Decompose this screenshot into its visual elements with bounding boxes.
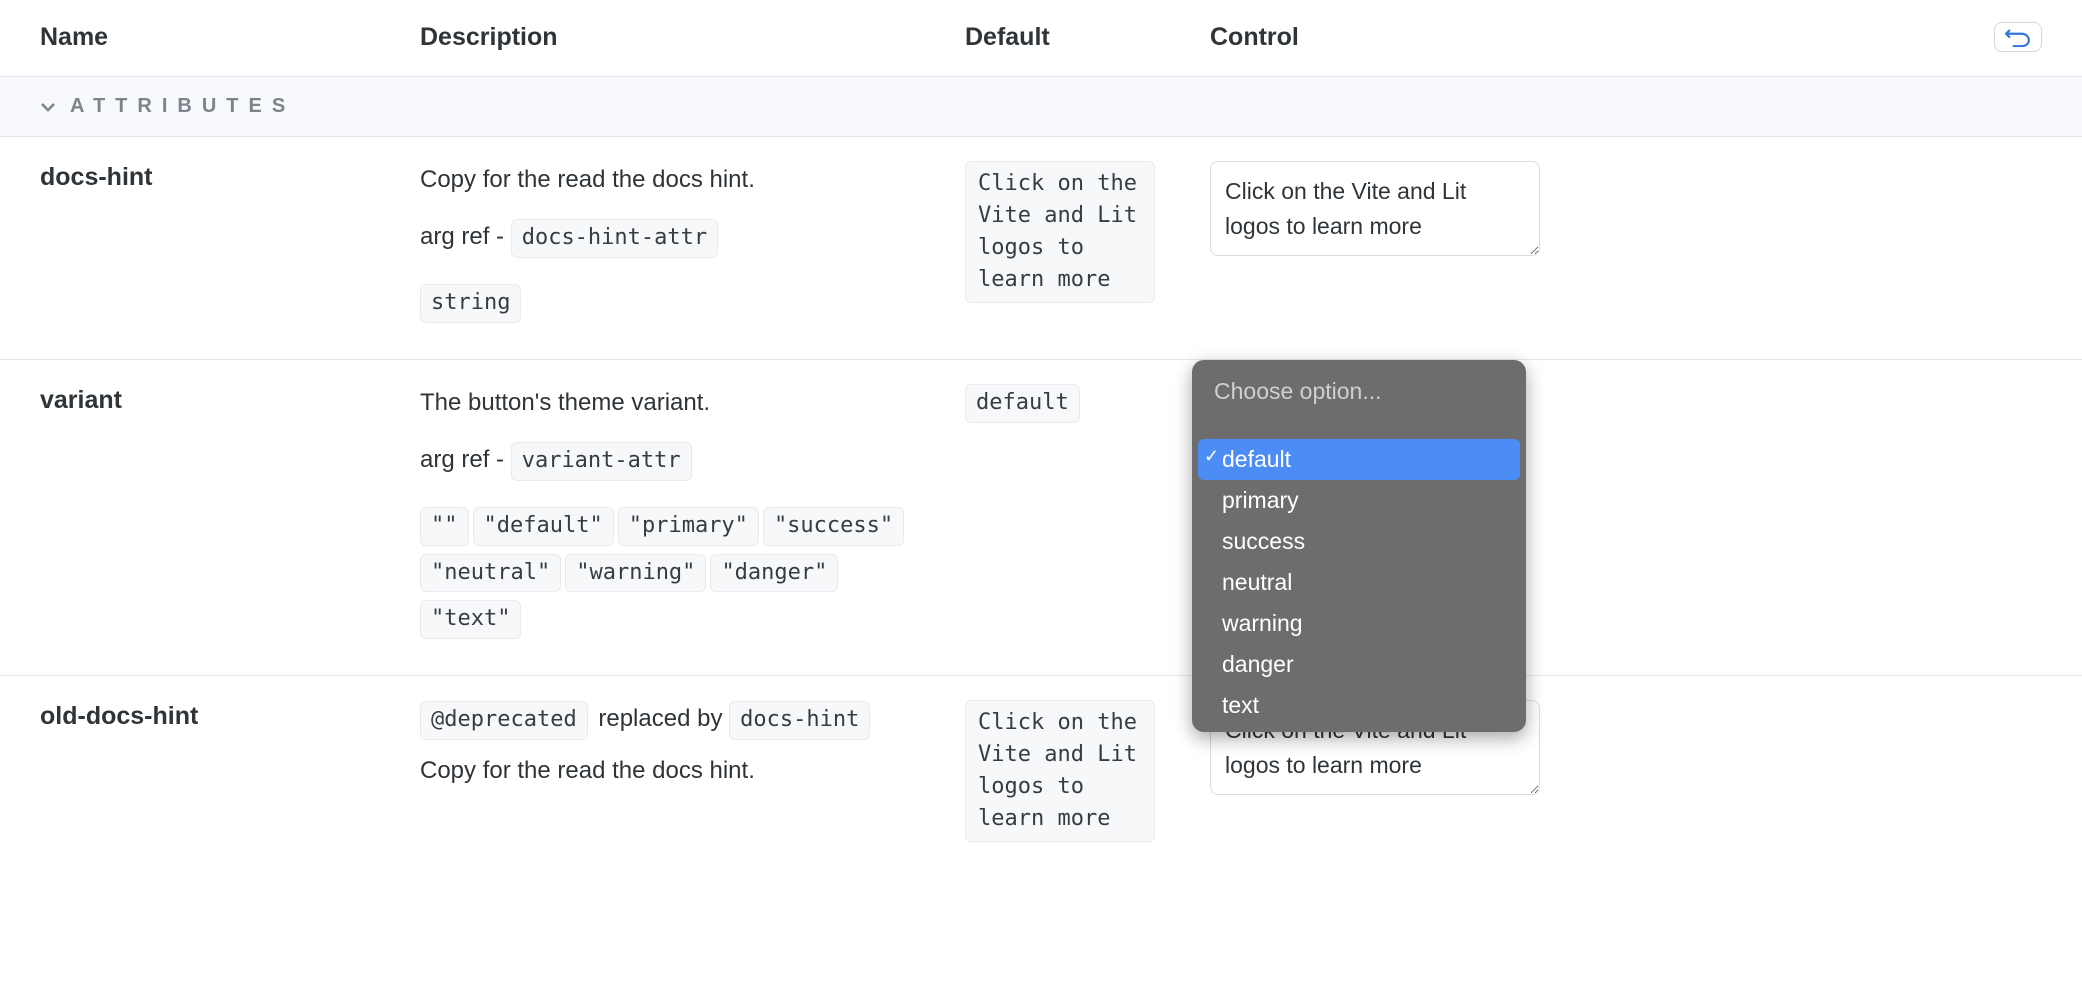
arg-option-tag: "success" bbox=[763, 507, 904, 546]
table-row: old-docs-hint @deprecated replaced by do… bbox=[0, 676, 2082, 870]
arg-description-text: Copy for the read the docs hint. bbox=[420, 161, 945, 198]
arg-name: old-docs-hint bbox=[40, 700, 420, 731]
arg-default: default bbox=[965, 384, 1210, 431]
dropdown-spacer bbox=[1198, 413, 1520, 439]
column-header-control-label: Control bbox=[1210, 23, 1299, 52]
arg-default-value: Click on the Vite and Lit logos to learn… bbox=[965, 161, 1155, 303]
dropdown-option-primary[interactable]: primary bbox=[1198, 480, 1520, 521]
chevron-down-icon bbox=[40, 99, 56, 115]
arg-type-tags: string bbox=[420, 284, 945, 331]
dropdown-option-text[interactable]: text bbox=[1198, 685, 1520, 726]
replaced-by-text: replaced by bbox=[592, 705, 729, 732]
arg-name: variant bbox=[40, 384, 420, 415]
table-header-row: Name Description Default Control bbox=[0, 0, 2082, 76]
arg-description: @deprecated replaced by docs-hint Copy f… bbox=[420, 700, 965, 809]
arg-option-tag: "" bbox=[420, 507, 469, 546]
arg-option-tag: "primary" bbox=[618, 507, 759, 546]
arg-default: Click on the Vite and Lit logos to learn… bbox=[965, 700, 1210, 842]
dropdown-placeholder: Choose option... bbox=[1198, 366, 1520, 413]
table-row: variant The button's theme variant. arg … bbox=[0, 360, 2082, 676]
arg-ref-line: arg ref - docs-hint-attr bbox=[420, 218, 945, 266]
column-header-name: Name bbox=[40, 23, 420, 52]
arg-option-tag: "default" bbox=[473, 507, 614, 546]
arg-ref-code: variant-attr bbox=[511, 442, 692, 481]
arg-option-tag: "danger" bbox=[710, 554, 838, 593]
column-header-control: Control bbox=[1210, 22, 2042, 52]
arg-option-tag: "text" bbox=[420, 600, 521, 639]
replaced-by-ref: docs-hint bbox=[729, 701, 870, 740]
arg-description-text: Copy for the read the docs hint. bbox=[420, 752, 945, 789]
docs-hint-textarea[interactable] bbox=[1210, 161, 1540, 256]
arg-default-value: Click on the Vite and Lit logos to learn… bbox=[965, 700, 1155, 842]
dropdown-option-success[interactable]: success bbox=[1198, 521, 1520, 562]
arg-type-tag: string bbox=[420, 284, 521, 323]
arg-option-tag: "neutral" bbox=[420, 554, 561, 593]
section-title: ATTRIBUTES bbox=[70, 95, 295, 118]
arg-name: docs-hint bbox=[40, 161, 420, 192]
arg-ref-prefix: arg ref - bbox=[420, 223, 511, 250]
arg-ref-code: docs-hint-attr bbox=[511, 219, 718, 258]
column-header-default: Default bbox=[965, 23, 1210, 52]
dropdown-option-neutral[interactable]: neutral bbox=[1198, 562, 1520, 603]
undo-icon bbox=[2005, 27, 2031, 47]
arg-default: Click on the Vite and Lit logos to learn… bbox=[965, 161, 1210, 303]
arg-description-text: The button's theme variant. bbox=[420, 384, 945, 421]
arg-type-tags: "" "default" "primary" "success" "neutra… bbox=[420, 507, 945, 647]
deprecated-tag: @deprecated bbox=[420, 701, 588, 740]
deprecated-line: @deprecated replaced by docs-hint bbox=[420, 700, 945, 748]
arg-option-tag: "warning" bbox=[565, 554, 706, 593]
variant-select-dropdown: Choose option... default primary success… bbox=[1192, 360, 1526, 732]
reset-controls-button[interactable] bbox=[1994, 22, 2042, 52]
arg-default-value: default bbox=[965, 384, 1080, 423]
section-header-attributes[interactable]: ATTRIBUTES bbox=[0, 76, 2082, 137]
dropdown-option-default[interactable]: default bbox=[1198, 439, 1520, 480]
arg-description: Copy for the read the docs hint. arg ref… bbox=[420, 161, 965, 331]
dropdown-option-danger[interactable]: danger bbox=[1198, 644, 1520, 685]
dropdown-option-warning[interactable]: warning bbox=[1198, 603, 1520, 644]
arg-ref-prefix: arg ref - bbox=[420, 446, 511, 473]
args-table: Name Description Default Control ATTRIBU… bbox=[0, 0, 2082, 870]
column-header-description: Description bbox=[420, 23, 965, 52]
table-row: docs-hint Copy for the read the docs hin… bbox=[0, 137, 2082, 360]
arg-description: The button's theme variant. arg ref - va… bbox=[420, 384, 965, 647]
arg-control bbox=[1210, 161, 2042, 262]
arg-ref-line: arg ref - variant-attr bbox=[420, 441, 945, 489]
